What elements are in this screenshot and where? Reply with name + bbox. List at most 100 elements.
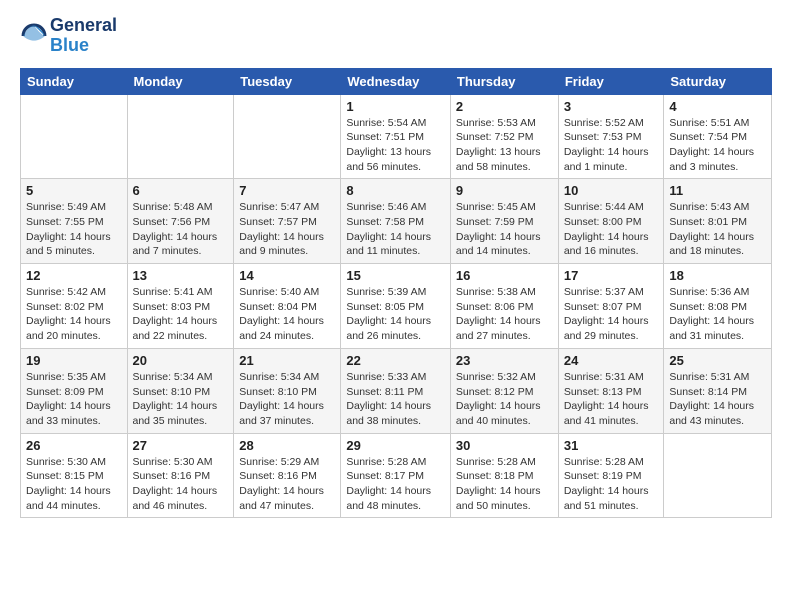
day-info: Sunrise: 5:30 AM Sunset: 8:15 PM Dayligh… bbox=[26, 455, 122, 514]
calendar-week-row: 26Sunrise: 5:30 AM Sunset: 8:15 PM Dayli… bbox=[21, 433, 772, 518]
day-info: Sunrise: 5:35 AM Sunset: 8:09 PM Dayligh… bbox=[26, 370, 122, 429]
calendar-day-cell: 15 Sunrise: 5:39 AM Sunset: 8:05 PM Dayli… bbox=[341, 264, 451, 349]
day-number: 13 bbox=[133, 268, 229, 283]
day-info: Sunrise: 5:45 AM Sunset: 7:59 PM Dayligh… bbox=[456, 200, 553, 259]
day-number: 30 bbox=[456, 438, 553, 453]
day-number: 19 bbox=[26, 353, 122, 368]
day-info: Sunrise: 5:31 AM Sunset: 8:13 PM Dayligh… bbox=[564, 370, 659, 429]
day-info: Sunrise: 5:44 AM Sunset: 8:00 PM Dayligh… bbox=[564, 200, 659, 259]
day-of-week-header: Monday bbox=[127, 68, 234, 94]
day-number: 29 bbox=[346, 438, 445, 453]
calendar-day-cell: 31 Sunrise: 5:28 AM Sunset: 8:19 PM Dayli… bbox=[558, 433, 664, 518]
day-info: Sunrise: 5:39 AM Sunset: 8:05 PM Dayligh… bbox=[346, 285, 445, 344]
day-number: 15 bbox=[346, 268, 445, 283]
calendar-day-cell: 4 Sunrise: 5:51 AM Sunset: 7:54 PM Daylig… bbox=[664, 94, 772, 179]
day-info: Sunrise: 5:53 AM Sunset: 7:52 PM Dayligh… bbox=[456, 116, 553, 175]
day-number: 28 bbox=[239, 438, 335, 453]
day-info: Sunrise: 5:28 AM Sunset: 8:17 PM Dayligh… bbox=[346, 455, 445, 514]
day-number: 23 bbox=[456, 353, 553, 368]
day-info: Sunrise: 5:43 AM Sunset: 8:01 PM Dayligh… bbox=[669, 200, 766, 259]
calendar-day-cell bbox=[234, 94, 341, 179]
day-number: 17 bbox=[564, 268, 659, 283]
day-info: Sunrise: 5:40 AM Sunset: 8:04 PM Dayligh… bbox=[239, 285, 335, 344]
day-of-week-header: Sunday bbox=[21, 68, 128, 94]
calendar-day-cell: 19 Sunrise: 5:35 AM Sunset: 8:09 PM Dayli… bbox=[21, 348, 128, 433]
calendar-day-cell: 12 Sunrise: 5:42 AM Sunset: 8:02 PM Dayli… bbox=[21, 264, 128, 349]
day-number: 1 bbox=[346, 99, 445, 114]
day-info: Sunrise: 5:49 AM Sunset: 7:55 PM Dayligh… bbox=[26, 200, 122, 259]
day-info: Sunrise: 5:42 AM Sunset: 8:02 PM Dayligh… bbox=[26, 285, 122, 344]
calendar-day-cell: 1Sunrise: 5:54 AM Sunset: 7:51 PM Daylig… bbox=[341, 94, 451, 179]
day-of-week-header: Thursday bbox=[450, 68, 558, 94]
logo: General Blue bbox=[20, 16, 117, 56]
day-number: 3 bbox=[564, 99, 659, 114]
day-info: Sunrise: 5:29 AM Sunset: 8:16 PM Dayligh… bbox=[239, 455, 335, 514]
calendar-day-cell: 11 Sunrise: 5:43 AM Sunset: 8:01 PM Dayli… bbox=[664, 179, 772, 264]
calendar-day-cell: 13 Sunrise: 5:41 AM Sunset: 8:03 PM Dayli… bbox=[127, 264, 234, 349]
day-number: 6 bbox=[133, 183, 229, 198]
day-number: 11 bbox=[669, 183, 766, 198]
calendar-day-cell: 23 Sunrise: 5:32 AM Sunset: 8:12 PM Dayli… bbox=[450, 348, 558, 433]
day-number: 18 bbox=[669, 268, 766, 283]
day-number: 21 bbox=[239, 353, 335, 368]
day-info: Sunrise: 5:32 AM Sunset: 8:12 PM Dayligh… bbox=[456, 370, 553, 429]
day-number: 4 bbox=[669, 99, 766, 114]
logo-text: General Blue bbox=[50, 16, 117, 56]
day-number: 14 bbox=[239, 268, 335, 283]
calendar-day-cell: 3 Sunrise: 5:52 AM Sunset: 7:53 PM Daylig… bbox=[558, 94, 664, 179]
day-number: 22 bbox=[346, 353, 445, 368]
day-of-week-header: Tuesday bbox=[234, 68, 341, 94]
calendar-day-cell: 28 Sunrise: 5:29 AM Sunset: 8:16 PM Dayli… bbox=[234, 433, 341, 518]
day-number: 8 bbox=[346, 183, 445, 198]
day-number: 31 bbox=[564, 438, 659, 453]
day-number: 5 bbox=[26, 183, 122, 198]
calendar-day-cell: 22Sunrise: 5:33 AM Sunset: 8:11 PM Dayli… bbox=[341, 348, 451, 433]
day-info: Sunrise: 5:28 AM Sunset: 8:19 PM Dayligh… bbox=[564, 455, 659, 514]
day-number: 10 bbox=[564, 183, 659, 198]
day-info: Sunrise: 5:30 AM Sunset: 8:16 PM Dayligh… bbox=[133, 455, 229, 514]
day-of-week-header: Wednesday bbox=[341, 68, 451, 94]
calendar-day-cell: 2Sunrise: 5:53 AM Sunset: 7:52 PM Daylig… bbox=[450, 94, 558, 179]
calendar-day-cell: 21 Sunrise: 5:34 AM Sunset: 8:10 PM Dayli… bbox=[234, 348, 341, 433]
calendar-week-row: 12 Sunrise: 5:42 AM Sunset: 8:02 PM Dayli… bbox=[21, 264, 772, 349]
calendar-day-cell: 24 Sunrise: 5:31 AM Sunset: 8:13 PM Dayli… bbox=[558, 348, 664, 433]
calendar-day-cell: 30 Sunrise: 5:28 AM Sunset: 8:18 PM Dayli… bbox=[450, 433, 558, 518]
calendar-day-cell: 17 Sunrise: 5:37 AM Sunset: 8:07 PM Dayli… bbox=[558, 264, 664, 349]
day-number: 7 bbox=[239, 183, 335, 198]
day-info: Sunrise: 5:52 AM Sunset: 7:53 PM Dayligh… bbox=[564, 116, 659, 175]
day-info: Sunrise: 5:48 AM Sunset: 7:56 PM Dayligh… bbox=[133, 200, 229, 259]
calendar-week-row: 1Sunrise: 5:54 AM Sunset: 7:51 PM Daylig… bbox=[21, 94, 772, 179]
day-info: Sunrise: 5:37 AM Sunset: 8:07 PM Dayligh… bbox=[564, 285, 659, 344]
calendar-day-cell: 20Sunrise: 5:34 AM Sunset: 8:10 PM Dayli… bbox=[127, 348, 234, 433]
page-header: General Blue bbox=[20, 16, 772, 56]
day-number: 24 bbox=[564, 353, 659, 368]
calendar-week-row: 5 Sunrise: 5:49 AM Sunset: 7:55 PM Daylig… bbox=[21, 179, 772, 264]
page-container: General Blue SundayMondayTuesdayWednesda… bbox=[0, 0, 792, 534]
calendar-day-cell: 18Sunrise: 5:36 AM Sunset: 8:08 PM Dayli… bbox=[664, 264, 772, 349]
calendar-day-cell: 14 Sunrise: 5:40 AM Sunset: 8:04 PM Dayli… bbox=[234, 264, 341, 349]
day-number: 9 bbox=[456, 183, 553, 198]
day-info: Sunrise: 5:41 AM Sunset: 8:03 PM Dayligh… bbox=[133, 285, 229, 344]
calendar-day-cell: 27Sunrise: 5:30 AM Sunset: 8:16 PM Dayli… bbox=[127, 433, 234, 518]
calendar-header-row: SundayMondayTuesdayWednesdayThursdayFrid… bbox=[21, 68, 772, 94]
calendar-day-cell: 26Sunrise: 5:30 AM Sunset: 8:15 PM Dayli… bbox=[21, 433, 128, 518]
calendar-day-cell: 8 Sunrise: 5:46 AM Sunset: 7:58 PM Daylig… bbox=[341, 179, 451, 264]
day-number: 25 bbox=[669, 353, 766, 368]
calendar-day-cell bbox=[127, 94, 234, 179]
calendar-day-cell: 6 Sunrise: 5:48 AM Sunset: 7:56 PM Daylig… bbox=[127, 179, 234, 264]
day-info: Sunrise: 5:47 AM Sunset: 7:57 PM Dayligh… bbox=[239, 200, 335, 259]
day-info: Sunrise: 5:34 AM Sunset: 8:10 PM Dayligh… bbox=[239, 370, 335, 429]
calendar-day-cell: 5 Sunrise: 5:49 AM Sunset: 7:55 PM Daylig… bbox=[21, 179, 128, 264]
calendar-day-cell bbox=[664, 433, 772, 518]
day-info: Sunrise: 5:28 AM Sunset: 8:18 PM Dayligh… bbox=[456, 455, 553, 514]
calendar-day-cell: 29 Sunrise: 5:28 AM Sunset: 8:17 PM Dayli… bbox=[341, 433, 451, 518]
calendar-day-cell: 10 Sunrise: 5:44 AM Sunset: 8:00 PM Dayli… bbox=[558, 179, 664, 264]
day-info: Sunrise: 5:31 AM Sunset: 8:14 PM Dayligh… bbox=[669, 370, 766, 429]
calendar-day-cell bbox=[21, 94, 128, 179]
calendar-day-cell: 7 Sunrise: 5:47 AM Sunset: 7:57 PM Daylig… bbox=[234, 179, 341, 264]
calendar-day-cell: 9 Sunrise: 5:45 AM Sunset: 7:59 PM Daylig… bbox=[450, 179, 558, 264]
day-info: Sunrise: 5:51 AM Sunset: 7:54 PM Dayligh… bbox=[669, 116, 766, 175]
day-info: Sunrise: 5:38 AM Sunset: 8:06 PM Dayligh… bbox=[456, 285, 553, 344]
day-number: 12 bbox=[26, 268, 122, 283]
day-info: Sunrise: 5:46 AM Sunset: 7:58 PM Dayligh… bbox=[346, 200, 445, 259]
